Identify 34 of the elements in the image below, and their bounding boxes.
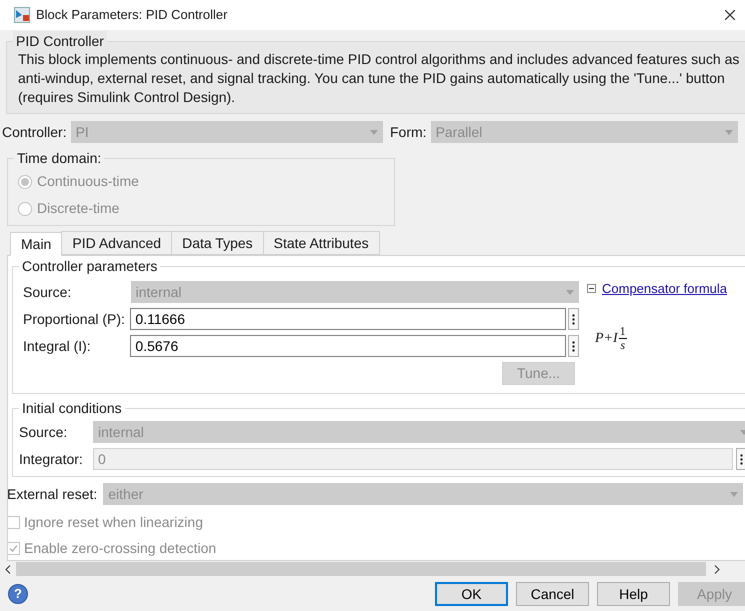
field-label: Source: [23,282,72,302]
vertical-dots-icon [572,314,576,324]
field-label: Integrator: [19,450,84,469]
tab[interactable]: State Attributes [262,231,380,255]
dialog-button[interactable]: OK [435,582,508,606]
input-field[interactable]: 0.11666 [130,308,566,330]
caret-icon [730,492,738,496]
field-label: Form: [390,122,427,142]
more-options-button[interactable] [568,335,579,357]
help-button[interactable]: ? [8,584,28,604]
field-label: Proportional (P): [23,310,126,329]
field-label: Controller: [2,122,67,142]
collapse-icon[interactable] [587,284,596,294]
vertical-dots-icon [572,340,576,352]
field-label: External reset: [8,484,98,504]
description-text: This block implements continuous- and discrete-time PID control algorithms and includes advanced features such as anti-windup, external reset, and signal tracking. You can tune the PID gains automatically using the 'Tune...' button (requires Simulink Control Design). [18,50,740,107]
dialog-button[interactable]: Help [597,582,670,606]
tab[interactable]: Main [10,232,62,256]
field-label: Integral (I): [23,336,92,356]
dialog-button[interactable]: Cancel [516,582,589,606]
caret-icon [725,130,733,134]
input-field[interactable]: 0.5676 [130,335,566,357]
caret-icon [370,130,378,134]
more-options-button[interactable] [736,448,745,470]
compensator-formula-link[interactable]: Compensator formula [602,279,727,298]
field-label: Source: [19,422,68,442]
tab[interactable]: PID Advanced [61,231,172,255]
window-title: Block Parameters: PID Controller [36,6,228,24]
vertical-dots-icon [740,454,743,464]
caret-icon [566,290,574,294]
app-icon [14,7,30,23]
tab[interactable]: Data Types [171,231,264,255]
more-options-button[interactable] [568,308,579,330]
close-icon[interactable] [725,10,735,20]
